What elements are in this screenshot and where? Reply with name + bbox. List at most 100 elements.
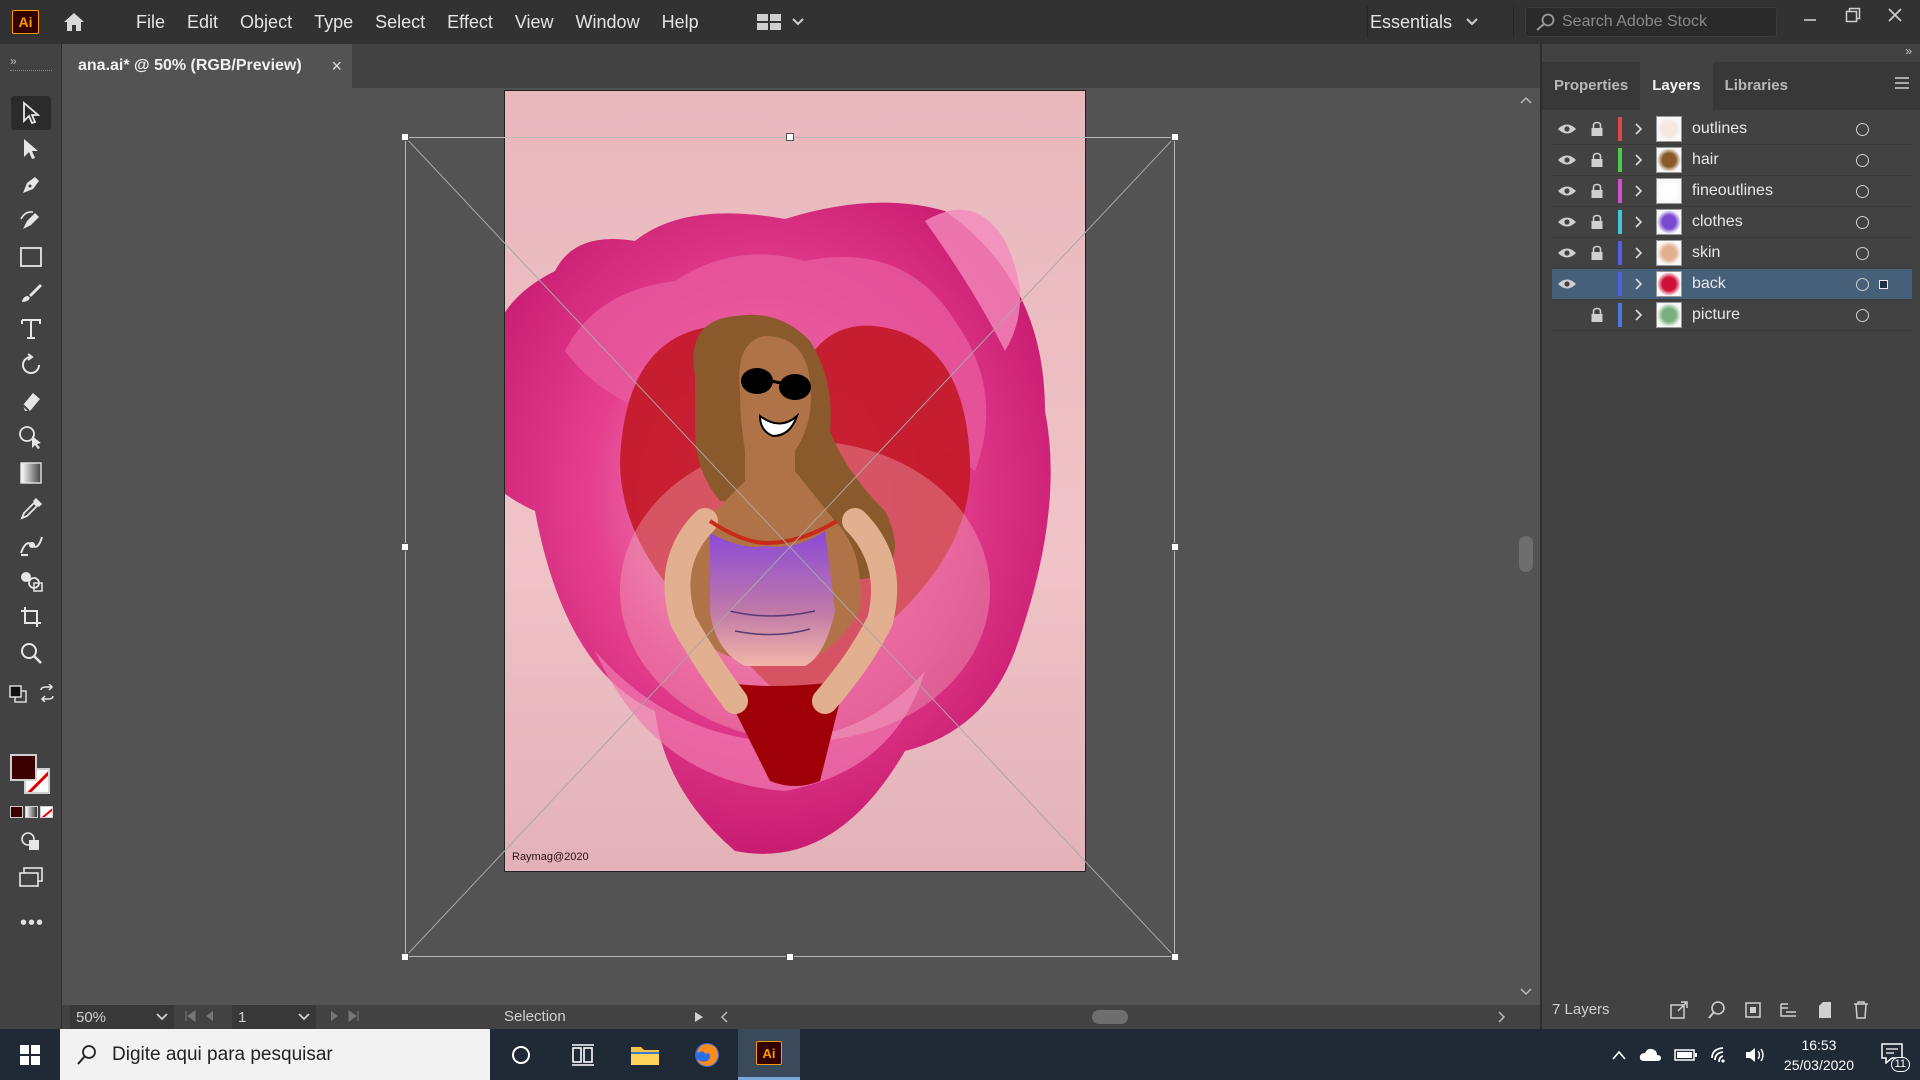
pen-tool[interactable]: [11, 168, 51, 202]
selection-bounding-box[interactable]: [401, 133, 1179, 961]
layer-name[interactable]: back: [1692, 275, 1852, 293]
layer-name[interactable]: skin: [1692, 244, 1852, 262]
rotate-tool[interactable]: [11, 348, 51, 382]
chevron-down-icon[interactable]: [298, 1013, 310, 1021]
resize-handle-top-left[interactable]: [401, 133, 409, 141]
action-center-button[interactable]: 11: [1880, 1042, 1910, 1072]
layer-name[interactable]: picture: [1692, 306, 1852, 324]
lock-icon[interactable]: [1582, 214, 1612, 230]
close-document-icon[interactable]: ×: [331, 56, 342, 77]
shape-builder-tool[interactable]: [11, 420, 51, 454]
artboard-number-field[interactable]: 1: [232, 1005, 316, 1029]
menu-object[interactable]: Object: [229, 0, 303, 44]
gradient-mode-button[interactable]: [25, 806, 38, 818]
zoom-level-field[interactable]: 50%: [70, 1005, 174, 1029]
close-window-button[interactable]: [1878, 0, 1912, 30]
tab-layers[interactable]: Layers: [1640, 62, 1713, 110]
onedrive-icon[interactable]: [1638, 1047, 1662, 1063]
locate-object-icon[interactable]: [1707, 1000, 1727, 1020]
menu-effect[interactable]: Effect: [436, 0, 504, 44]
expand-chevron-icon[interactable]: [1626, 309, 1652, 321]
wifi-icon[interactable]: [1710, 1046, 1732, 1064]
visibility-eye-icon[interactable]: [1552, 154, 1582, 166]
last-artboard-icon[interactable]: [348, 1010, 360, 1022]
eraser-tool[interactable]: [11, 384, 51, 418]
symbol-sprayer-tool[interactable]: [11, 564, 51, 598]
target-circle-icon[interactable]: [1856, 123, 1869, 136]
menu-help[interactable]: Help: [651, 0, 710, 44]
layer-name[interactable]: fineoutlines: [1692, 182, 1852, 200]
document-tab[interactable]: ana.ai* @ 50% (RGB/Preview) ×: [62, 44, 352, 88]
previous-artboard-icon[interactable]: [204, 1010, 214, 1022]
resize-handle-top-right[interactable]: [1171, 133, 1179, 141]
cortana-button[interactable]: [490, 1029, 552, 1080]
menu-edit[interactable]: Edit: [176, 0, 229, 44]
puppet-warp-tool[interactable]: [11, 528, 51, 562]
export-asset-icon[interactable]: [1669, 1000, 1689, 1020]
expand-chevron-icon[interactable]: [1626, 123, 1652, 135]
layer-row-skin[interactable]: skin: [1552, 238, 1912, 269]
search-adobe-stock-input[interactable]: Search Adobe Stock: [1525, 7, 1777, 37]
workspace-switcher[interactable]: Essentials: [1370, 0, 1478, 44]
arrange-documents-button[interactable]: [756, 13, 804, 31]
panel-menu-icon[interactable]: [1894, 76, 1910, 90]
tab-libraries[interactable]: Libraries: [1713, 62, 1800, 110]
layer-row-fineoutlines[interactable]: fineoutlines: [1552, 176, 1912, 207]
layer-name[interactable]: outlines: [1692, 120, 1852, 138]
home-icon[interactable]: [59, 7, 89, 37]
paintbrush-tool[interactable]: [11, 276, 51, 310]
system-clock[interactable]: 16:53 25/03/2020: [1784, 1035, 1854, 1075]
battery-icon[interactable]: [1674, 1048, 1698, 1062]
status-mode[interactable]: Selection: [504, 1005, 566, 1029]
lock-icon[interactable]: [1582, 307, 1612, 323]
panel-collapse-icon[interactable]: »: [1905, 44, 1912, 58]
resize-handle-bottom-right[interactable]: [1171, 953, 1179, 961]
visibility-eye-icon[interactable]: [1552, 247, 1582, 259]
lock-icon[interactable]: [1582, 152, 1612, 168]
menu-window[interactable]: Window: [565, 0, 651, 44]
volume-icon[interactable]: [1744, 1046, 1766, 1064]
firefox-button[interactable]: [676, 1029, 738, 1080]
target-circle-icon[interactable]: [1856, 309, 1869, 322]
scroll-right-icon[interactable]: [1498, 1011, 1506, 1023]
layer-row-outlines[interactable]: outlines: [1552, 114, 1912, 145]
resize-handle-left[interactable]: [401, 543, 409, 551]
visibility-eye-icon[interactable]: [1552, 278, 1582, 290]
canvas-area[interactable]: Raymag@2020: [62, 88, 1540, 1005]
resize-handle-top[interactable]: [786, 133, 794, 141]
illustrator-taskbar-button[interactable]: Ai: [738, 1029, 800, 1080]
resize-handle-right[interactable]: [1171, 543, 1179, 551]
default-fill-stroke-icon[interactable]: [8, 684, 28, 709]
task-view-button[interactable]: [552, 1029, 614, 1080]
direct-selection-tool[interactable]: [11, 132, 51, 166]
chevron-down-icon[interactable]: [156, 1013, 168, 1021]
scroll-up-icon[interactable]: [1520, 96, 1532, 104]
expand-chevron-icon[interactable]: [1626, 278, 1652, 290]
eyedropper-tool[interactable]: [11, 492, 51, 526]
lock-icon[interactable]: [1582, 121, 1612, 137]
rectangle-tool[interactable]: [11, 240, 51, 274]
target-circle-icon[interactable]: [1856, 185, 1869, 198]
delete-layer-icon[interactable]: [1851, 1000, 1871, 1020]
target-circle-icon[interactable]: [1856, 216, 1869, 229]
chevron-up-icon[interactable]: [1612, 1050, 1626, 1060]
zoom-tool[interactable]: [11, 636, 51, 670]
restore-button[interactable]: [1836, 0, 1870, 30]
layer-name[interactable]: hair: [1692, 151, 1852, 169]
none-mode-button[interactable]: [40, 806, 53, 818]
expand-chevron-icon[interactable]: [1626, 216, 1652, 228]
lock-icon[interactable]: [1582, 183, 1612, 199]
target-circle-icon[interactable]: [1856, 247, 1869, 260]
swap-fill-stroke-icon[interactable]: [38, 683, 56, 707]
fill-swatch[interactable]: [10, 754, 37, 781]
toolbar-grip[interactable]: [10, 70, 52, 72]
target-circle-icon[interactable]: [1856, 278, 1869, 291]
clipping-mask-icon[interactable]: [1743, 1000, 1763, 1020]
lock-icon[interactable]: [1582, 245, 1612, 261]
selected-art-indicator[interactable]: [1879, 280, 1888, 289]
resize-handle-bottom[interactable]: [786, 953, 794, 961]
start-button[interactable]: [0, 1029, 60, 1080]
new-sublayer-icon[interactable]: [1778, 1000, 1798, 1020]
artboard-tool[interactable]: [11, 600, 51, 634]
toolbar-collapse-icon[interactable]: »: [10, 54, 17, 68]
